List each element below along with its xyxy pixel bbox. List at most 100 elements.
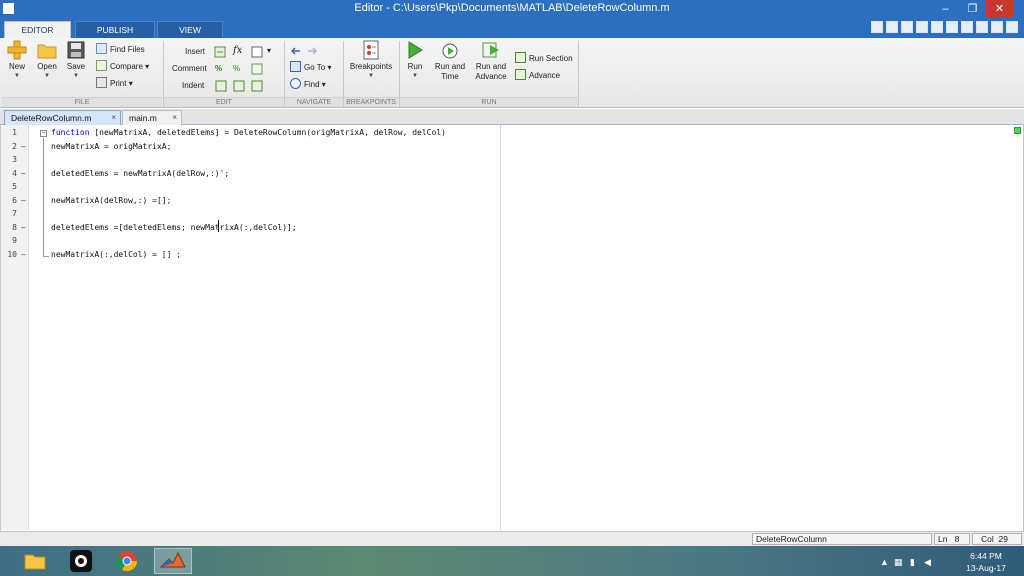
breakpoint-marker[interactable]: – (21, 140, 26, 154)
smart-indent-icon[interactable] (215, 80, 227, 92)
collapse-toolstrip-icon[interactable] (1006, 21, 1018, 33)
group-label-navigate: NAVIGATE (285, 97, 343, 107)
line-number: 3 (12, 155, 17, 164)
title-bar: Editor - C:\Users\Pkp\Documents\MATLAB\D… (0, 0, 1024, 18)
breakpoint-marker[interactable]: – (21, 221, 26, 235)
chevron-down-icon: ▾ (128, 79, 133, 88)
compare-button[interactable]: Compare ▾ (96, 60, 149, 74)
fx-insert-function-button[interactable]: fx (233, 44, 242, 58)
status-bar: DeleteRowColumn Ln 8 Col 29 (0, 531, 1024, 546)
window-title: Editor - C:\Users\Pkp\Documents\MATLAB\D… (354, 2, 670, 14)
find-button[interactable]: Find ▾ (290, 78, 326, 92)
chevron-down-icon: ▾ (327, 63, 332, 72)
run-and-advance-icon (482, 42, 499, 58)
options-chevron-icon[interactable] (991, 21, 1003, 33)
redo-quick-icon[interactable] (946, 21, 958, 33)
forward-arrow-icon[interactable] (306, 45, 318, 57)
file-explorer-taskbar-button[interactable] (16, 548, 54, 574)
line-number: 1 (12, 128, 17, 137)
switch-windows-icon[interactable] (961, 21, 973, 33)
chrome-taskbar-button[interactable] (108, 548, 146, 574)
insert-box-icon[interactable] (251, 46, 263, 58)
go-to-arrow-icon (290, 61, 301, 72)
run-section-icon (515, 52, 526, 63)
chevron-down-icon: ▼ (412, 73, 418, 79)
line-number: 4 (12, 168, 17, 178)
comment-button[interactable]: Comment (172, 62, 207, 76)
doc-tab-deleterowcolumn[interactable]: DeleteRowColumn.m × (4, 110, 121, 125)
save-quick-icon[interactable] (871, 21, 883, 33)
undo-quick-icon[interactable] (931, 21, 943, 33)
group-label-file: FILE (2, 97, 162, 107)
line-number-gutter[interactable]: 1 2 3 4 5 6 7 8 9 10 – – – – – (1, 125, 29, 530)
close-tab-icon[interactable]: × (172, 111, 177, 125)
tab-view[interactable]: VIEW (157, 21, 223, 38)
breakpoints-icon (363, 40, 379, 60)
restore-button[interactable]: ❐ (959, 0, 986, 18)
find-files-icon (96, 43, 107, 54)
signal-bars-icon[interactable]: ▮ (910, 557, 915, 568)
line-number: 5 (12, 182, 17, 191)
insert-button[interactable]: Insert (185, 45, 205, 59)
line-number: 10 (7, 249, 17, 259)
compare-icon (96, 60, 107, 71)
show-hidden-icons-icon[interactable]: ▲ (880, 557, 889, 567)
uncomment-percent-icon[interactable]: % (233, 62, 240, 76)
folder-icon (37, 44, 57, 59)
code-editor[interactable]: 1 2 3 4 5 6 7 8 9 10 – – – – – − functio… (0, 125, 1024, 531)
minimize-button[interactable]: – (932, 0, 959, 18)
chevron-down-icon: ▾ (145, 62, 150, 71)
run-and-time-button[interactable]: Run and Time (432, 40, 468, 82)
stopwatch-icon (442, 43, 458, 59)
paste-quick-icon[interactable] (916, 21, 928, 33)
current-function-name: DeleteRowColumn (752, 533, 932, 545)
run-and-advance-button[interactable]: Run and Advance (472, 40, 510, 82)
find-files-button[interactable]: Find Files (96, 43, 145, 57)
go-to-button[interactable]: Go To ▾ (290, 61, 331, 75)
code-line: newMatrixA(:,delCol) = [] ; (51, 249, 182, 259)
breakpoints-button[interactable]: Breakpoints ▼ (346, 40, 396, 80)
doc-tab-main[interactable]: main.m × (122, 110, 182, 125)
comment-percent-icon[interactable]: % (215, 62, 222, 76)
decrease-indent-icon[interactable] (251, 80, 263, 92)
save-button[interactable]: Save ▼ (64, 40, 88, 80)
copy-quick-icon[interactable] (901, 21, 913, 33)
code-fold-toggle[interactable]: − (40, 130, 47, 137)
close-tab-icon[interactable]: × (111, 111, 116, 125)
open-button[interactable]: Open ▼ (34, 40, 60, 80)
group-label-edit: EDIT (164, 97, 284, 107)
matlab-taskbar-button[interactable] (154, 548, 192, 574)
run-section-button[interactable]: Run Section (515, 52, 573, 66)
breakpoint-marker[interactable]: – (21, 248, 26, 262)
tab-publish[interactable]: PUBLISH (75, 21, 155, 38)
run-button[interactable]: Run ▼ (404, 40, 426, 80)
insert-section-icon[interactable] (214, 46, 226, 58)
network-icon[interactable]: ▦ (894, 557, 903, 568)
close-window-button[interactable]: ✕ (986, 0, 1013, 18)
clock-date[interactable]: 13-Aug-17 (956, 563, 1016, 573)
print-button[interactable]: Print ▾ (96, 77, 133, 91)
editor-toolstrip: New ▼ Open ▼ Save ▼ Find Files Compare ▾… (0, 38, 1024, 108)
breakpoint-marker[interactable]: – (21, 167, 26, 181)
group-label-run: RUN (400, 97, 578, 107)
wrap-comments-icon[interactable] (251, 63, 263, 75)
increase-indent-icon[interactable] (233, 80, 245, 92)
clock-time[interactable]: 6:44 PM (956, 551, 1016, 561)
cut-quick-icon[interactable] (886, 21, 898, 33)
code-analyzer-status-indicator[interactable] (1014, 127, 1021, 134)
indent-button[interactable]: Indent (182, 79, 204, 93)
fold-guide (43, 138, 44, 256)
chevron-down-icon: ▼ (14, 73, 20, 79)
new-button[interactable]: New ▼ (6, 40, 28, 80)
chevron-down-icon: ▼ (73, 73, 79, 79)
help-icon[interactable] (976, 21, 988, 33)
tab-editor[interactable]: EDITOR (4, 21, 71, 38)
breakpoint-marker[interactable]: – (21, 194, 26, 208)
advance-button[interactable]: Advance (515, 69, 560, 83)
volume-icon[interactable]: ◀ (924, 557, 931, 568)
webcam-app-taskbar-button[interactable] (62, 548, 100, 574)
back-arrow-icon[interactable] (290, 45, 302, 57)
code-line: deletedElems =[deletedElems; newMatrixA(… (51, 222, 297, 232)
code-line: deletedElems = newMatrixA(delRow,:)'; (51, 168, 230, 178)
chevron-down-icon[interactable]: ▾ (267, 44, 271, 58)
